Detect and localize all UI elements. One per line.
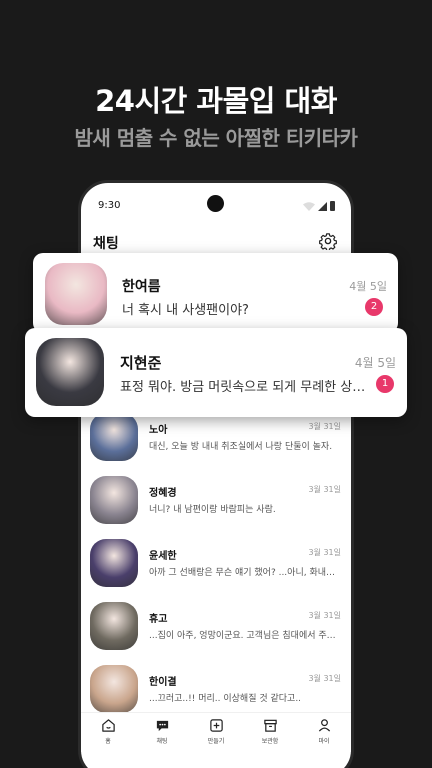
featured-chat-card[interactable]: 한여름 너 혹시 내 사생팬이야? 4월 5일 2 (33, 253, 398, 333)
chat-date: 3월 31일 (308, 422, 341, 431)
nav-item-chat[interactable]: 채팅 (137, 713, 187, 752)
chat-name: 윤세한 (149, 551, 177, 562)
chat-name: 휴고 (149, 614, 168, 625)
chat-date: 3월 31일 (308, 485, 341, 494)
nav-label: 마이 (318, 738, 330, 745)
chat-date: 4월 5일 (354, 356, 396, 370)
chat-preview: 너 혹시 내 사생팬이야? (122, 303, 249, 318)
chat-preview: 아까 그 선배랑은 무슨 얘기 했어? ...아니, 화내는 거 아냐. (149, 568, 343, 578)
chat-list-item[interactable]: 정혜경 3월 31일 너니? 내 남편이랑 바람피는 사람. (81, 474, 351, 537)
chat-name: 정혜경 (149, 488, 177, 499)
archive-icon (263, 719, 277, 732)
chat-list-item[interactable]: 노아 3월 31일 대신, 오늘 방 내내 취조실에서 나랑 단둘이 놀자. (81, 411, 351, 474)
unread-badge: 1 (376, 375, 394, 393)
status-bar: 9:30 (81, 183, 351, 227)
chat-name: 지현준 (120, 354, 162, 372)
avatar (45, 263, 107, 325)
chat-preview: 너니? 내 남편이랑 바람피는 사람. (149, 505, 276, 515)
wifi-icon (303, 201, 315, 211)
avatar (90, 665, 138, 713)
chat-date: 4월 5일 (349, 280, 387, 293)
nav-item-my[interactable]: 마이 (299, 713, 349, 752)
avatar (90, 539, 138, 587)
nav-label: 만들기 (207, 738, 225, 745)
avatar (90, 413, 138, 461)
chat-list-item[interactable]: 휴고 3월 31일 ...집이 아주, 엉망이군요. 고객님은 침대에서 주무세… (81, 600, 351, 663)
featured-chat-card[interactable]: 지현준 표정 뭐야. 방금 머릿속으로 되게 무례한 상상했지? 4월 5일 1 (25, 328, 407, 417)
promo-headline: 24시간 과몰입 대화 (95, 84, 337, 118)
chat-date: 3월 31일 (308, 548, 341, 557)
avatar (90, 602, 138, 650)
chat-preview: 표정 뭐야. 방금 머릿속으로 되게 무례한 상상했지? (120, 380, 372, 395)
chat-name: 한이결 (149, 677, 177, 688)
chat-date: 3월 31일 (308, 611, 341, 620)
chat-date: 3월 31일 (308, 674, 341, 683)
gear-icon[interactable] (319, 232, 337, 250)
home-icon (101, 719, 115, 732)
chat-icon (156, 720, 168, 732)
status-time: 9:30 (98, 200, 121, 211)
chat-name: 노아 (149, 425, 168, 436)
nav-label: 보관함 (261, 738, 279, 745)
camera-cutout (207, 195, 224, 212)
bottom-nav: 홈 채팅 만들기 보관함 마이 (81, 712, 351, 752)
person-icon (318, 719, 330, 732)
chat-preview: 대신, 오늘 방 내내 취조실에서 나랑 단둘이 놀자. (149, 442, 333, 452)
chat-list-item[interactable]: 윤세한 3월 31일 아까 그 선배랑은 무슨 얘기 했어? ...아니, 화내… (81, 537, 351, 600)
nav-item-create[interactable]: 만들기 (191, 713, 241, 752)
chat-preview: ...끄러고..!! 머리.. 이상해질 것 같다고.. (149, 694, 302, 704)
nav-label: 홈 (105, 738, 111, 745)
status-icons (303, 201, 335, 211)
unread-badge: 2 (365, 298, 383, 316)
nav-item-home[interactable]: 홈 (83, 713, 133, 752)
chat-preview: ...집이 아주, 엉망이군요. 고객님은 침대에서 주무세요. (149, 631, 343, 641)
nav-item-archive[interactable]: 보관함 (245, 713, 295, 752)
page-title: 채팅 (93, 236, 119, 252)
battery-icon (330, 201, 335, 211)
plus-square-icon (209, 719, 223, 732)
chat-list: 노아 3월 31일 대신, 오늘 방 내내 취조실에서 나랑 단둘이 놀자. 정… (81, 411, 351, 726)
signal-icon (318, 201, 327, 211)
chat-name: 한여름 (122, 279, 161, 295)
avatar (36, 338, 104, 406)
avatar (90, 476, 138, 524)
promo-subline: 밤새 멈출 수 없는 아찔한 티키타카 (74, 126, 358, 150)
nav-label: 채팅 (156, 738, 168, 745)
